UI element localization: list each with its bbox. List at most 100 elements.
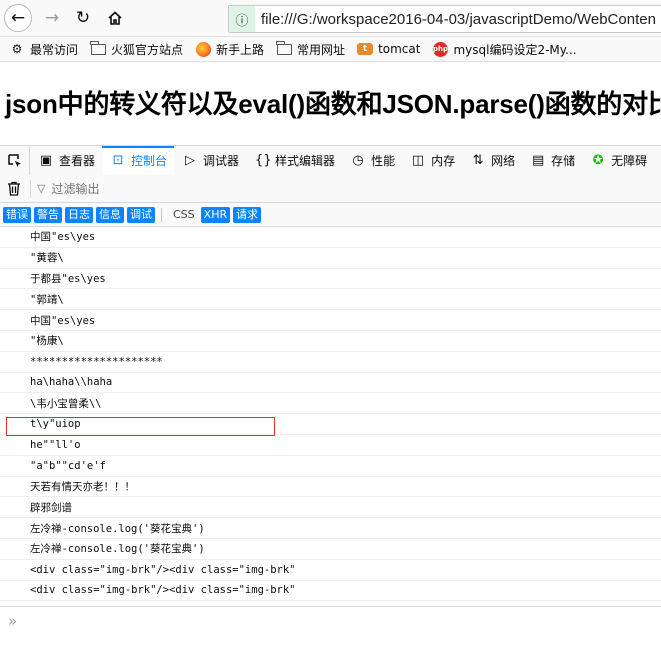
network-icon: ⇅ [472, 153, 484, 168]
bookmark-common-sites[interactable]: 常用网址 [276, 40, 346, 58]
console-category-filters: 错误 警告 日志 信息 调试 CSS XHR 请求 [0, 203, 661, 227]
url-bar[interactable]: ⓘ file:///G:/workspace2016-04-03/javascr… [228, 5, 661, 33]
bookmark-label: mysql编码设定2-My... [453, 42, 577, 57]
tab-network[interactable]: ⇅ 网络 [462, 146, 522, 175]
reload-button[interactable]: ↻ [69, 4, 97, 32]
browser-navbar: ← → ↻ ⓘ file:///G:/workspace2016-04-03/j… [0, 0, 661, 37]
bookmark-tomcat[interactable]: t tomcat [357, 41, 420, 57]
console-message: "郭靖\ [0, 289, 661, 311]
console-message-highlighted: t\y"uiop [0, 414, 661, 435]
prompt-chevron-icon: » [8, 612, 18, 630]
bookmark-firefox-official[interactable]: 火狐官方站点 [90, 40, 184, 58]
debugger-icon: ▷ [185, 153, 196, 168]
firefox-logo-wrap [195, 41, 211, 57]
console-message: 左冷禅-console.log('葵花宝典') [0, 518, 661, 539]
tab-style-editor[interactable]: {} 样式编辑器 [246, 146, 342, 175]
gear-icon: ⚙ [11, 42, 23, 56]
bookmark-getting-started[interactable]: 新手上路 [195, 41, 264, 58]
tab-label: 性能 [371, 154, 396, 168]
tab-label: 调试器 [203, 154, 240, 168]
folder-icon-wrap [276, 40, 292, 57]
tab-accessibility[interactable]: ✪ 无障碍 [582, 146, 654, 175]
bookmark-label: 火狐官方站点 [111, 42, 184, 57]
bookmark-most-visited[interactable]: ⚙ 最常访问 [9, 41, 78, 58]
tomcat-icon: t [357, 43, 374, 55]
firefox-icon [195, 41, 211, 57]
bookmark-label: 常用网址 [297, 42, 346, 57]
console-message: 天若有情天亦老！！！ [0, 477, 661, 498]
filter-info-button[interactable]: 信息 [96, 206, 124, 223]
element-picker-button[interactable] [0, 146, 30, 175]
filter-css-button[interactable]: CSS [170, 207, 198, 223]
clear-console-button[interactable] [0, 181, 28, 196]
tab-label: 无障碍 [611, 154, 648, 168]
tab-storage[interactable]: ▤ 存储 [522, 146, 582, 175]
performance-icon: ◷ [352, 153, 364, 168]
filter-warnings-button[interactable]: 警告 [34, 206, 62, 223]
back-arrow-icon: ← [10, 8, 26, 28]
console-input-row: » [0, 606, 661, 635]
console-message: ha\haha\\haha [0, 373, 661, 394]
filter-icon: ▽ [37, 182, 46, 195]
console-message: 中国"es\yes [0, 227, 661, 248]
folder-icon [276, 40, 292, 55]
folder-icon [90, 40, 106, 55]
console-message: 中国"es\yes [0, 310, 661, 331]
tab-inspector[interactable]: ▣ 查看器 [30, 146, 102, 175]
category-separator [161, 207, 162, 222]
url-text[interactable]: file:///G:/workspace2016-04-03/javascrip… [255, 11, 656, 28]
console-message: he""ll'o [0, 435, 661, 456]
folder-icon-wrap [90, 40, 106, 57]
forward-button[interactable]: → [38, 4, 66, 32]
tab-label: 控制台 [131, 154, 168, 168]
devtools-toolbar: ▣ 查看器 ⊡ 控制台 ▷ 调试器 {} 样式编辑器 ◷ 性能 ◫ 内存 ⇅ 网… [0, 145, 661, 176]
console-message: "黄蓉\ [0, 248, 661, 269]
toolbar-separator [30, 179, 31, 198]
bookmark-mysql[interactable]: php mysql编码设定2-My... [432, 41, 577, 58]
style-editor-icon: {} [255, 153, 272, 168]
filter-requests-button[interactable]: 请求 [233, 206, 262, 223]
trash-icon [8, 181, 20, 196]
bookmark-label: 新手上路 [216, 42, 265, 57]
reload-icon: ↻ [75, 8, 91, 28]
tab-label: 存储 [551, 154, 576, 168]
console-input[interactable] [25, 613, 630, 629]
console-message: "杨康\ [0, 331, 661, 352]
tab-performance[interactable]: ◷ 性能 [342, 146, 402, 175]
console-message: <div class="img-brk"/><div class="img-br… [0, 560, 661, 581]
tab-label: 内存 [431, 154, 456, 168]
storage-icon: ▤ [531, 153, 545, 168]
home-icon [108, 11, 122, 25]
console-output: 中国"es\yes "黄蓉\ 于都县"es\yes "郭靖\ 中国"es\yes… [0, 227, 661, 602]
tab-console[interactable]: ⊡ 控制台 [102, 146, 175, 175]
console-message: 于都县"es\yes [0, 269, 661, 290]
console-message: "a"b""cd'e'f [0, 456, 661, 477]
memory-icon: ◫ [411, 153, 425, 168]
element-picker-icon [7, 153, 21, 167]
filter-xhr-button[interactable]: XHR [200, 206, 231, 223]
console-filter-input[interactable] [49, 180, 254, 197]
console-filter-bar: ▽ [0, 175, 661, 203]
filter-errors-button[interactable]: 错误 [3, 206, 31, 223]
console-message: ********************* [0, 352, 661, 373]
accessibility-icon: ✪ [592, 153, 604, 168]
bookmarks-toolbar: ⚙ 最常访问 火狐官方站点 新手上路 常用网址 t tomcat php mys… [0, 37, 661, 62]
tomcat-logo-wrap: t [357, 41, 374, 57]
filter-logs-button[interactable]: 日志 [65, 206, 93, 223]
console-message: 左冷禅-console.log('葵花宝典') [0, 539, 661, 560]
page-info-icon[interactable]: ⓘ [229, 6, 255, 32]
php-icon: php [432, 41, 448, 57]
page-heading: json中的转义符以及eval()函数和JSON.parse()函数的对比 [5, 89, 661, 119]
tab-label: 查看器 [59, 154, 96, 168]
tab-label: 网络 [491, 154, 516, 168]
bookmark-label: 最常访问 [30, 42, 79, 57]
tab-debugger[interactable]: ▷ 调试器 [174, 146, 246, 175]
home-button[interactable] [101, 4, 129, 32]
console-icon: ⊡ [112, 153, 124, 168]
tab-memory[interactable]: ◫ 内存 [402, 146, 462, 175]
console-message: <div class="img-brk"/><div class="img-br… [0, 581, 661, 602]
console-message: \韦小宝曾柔\\ [0, 393, 661, 415]
back-button[interactable]: ← [4, 4, 32, 32]
filter-debug-button[interactable]: 调试 [127, 206, 155, 223]
forward-arrow-icon: → [44, 8, 60, 28]
